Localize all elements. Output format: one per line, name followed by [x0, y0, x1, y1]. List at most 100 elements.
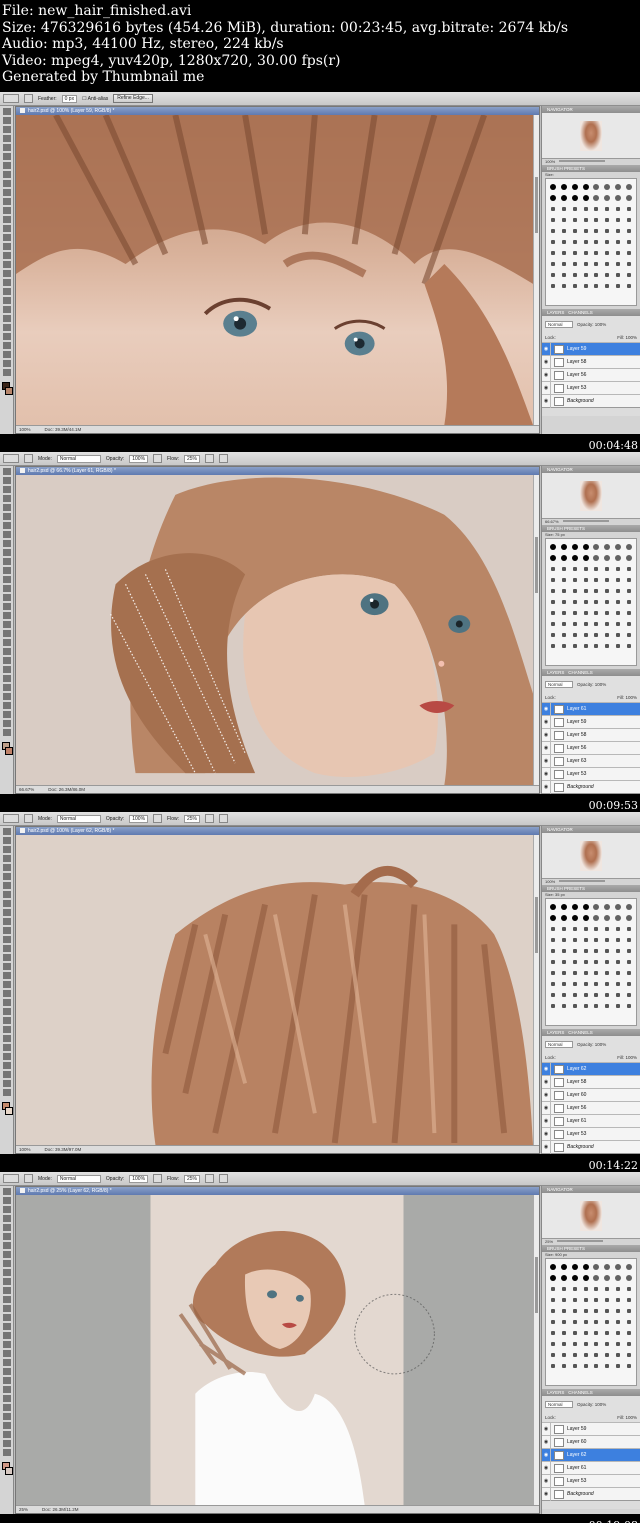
layer-fill[interactable]: Fill: 100%: [617, 1055, 637, 1060]
brush-preset[interactable]: [551, 927, 556, 931]
tool-icon[interactable]: [2, 324, 11, 331]
brush-preset[interactable]: [572, 938, 577, 942]
brush-preset[interactable]: [571, 184, 578, 190]
tool-preset-picker[interactable]: [3, 454, 19, 463]
brush-preset[interactable]: [604, 544, 611, 550]
tool-icon[interactable]: [2, 198, 11, 205]
tool-icon[interactable]: [2, 504, 11, 511]
brush-preset[interactable]: [572, 284, 577, 288]
brush-preset[interactable]: [625, 915, 632, 921]
tool-icon[interactable]: [2, 981, 11, 988]
brush-preset[interactable]: [562, 589, 567, 593]
brush-preset[interactable]: [583, 1004, 588, 1008]
brush-preset[interactable]: [625, 1275, 632, 1281]
tool-icon[interactable]: [2, 1422, 11, 1429]
brush-preset[interactable]: [594, 971, 599, 975]
brush-preset[interactable]: [551, 1004, 556, 1008]
brush-preset[interactable]: [594, 611, 599, 615]
brush-preset[interactable]: [551, 240, 556, 244]
tool-icon[interactable]: [2, 891, 11, 898]
brush-preset[interactable]: [615, 567, 620, 571]
brush-preset[interactable]: [605, 1331, 610, 1335]
brush-preset[interactable]: [551, 1342, 556, 1346]
brush-preset[interactable]: [615, 622, 620, 626]
layer-row[interactable]: ◉ Layer 63: [542, 754, 640, 768]
tool-icon[interactable]: [2, 720, 11, 727]
brush-preset[interactable]: [551, 567, 556, 571]
tool-icon[interactable]: [2, 1296, 11, 1303]
blend-mode-select[interactable]: Normal: [545, 680, 573, 688]
brush-preset[interactable]: [551, 1320, 556, 1324]
brush-presets-grid[interactable]: [545, 1258, 637, 1386]
brush-preset[interactable]: [594, 240, 599, 244]
brush-preset[interactable]: [615, 1342, 620, 1346]
brush-preset[interactable]: [583, 1320, 588, 1324]
tool-icon[interactable]: [2, 882, 11, 889]
tool-icon[interactable]: [2, 333, 11, 340]
brush-preset[interactable]: [572, 982, 577, 986]
tool-icon[interactable]: [2, 927, 11, 934]
eye-icon[interactable]: ◉: [542, 1474, 551, 1488]
brush-preset[interactable]: [604, 555, 611, 561]
scroll-thumb[interactable]: [535, 537, 538, 593]
brush-preset[interactable]: [561, 555, 568, 561]
tool-icon[interactable]: [2, 162, 11, 169]
brush-preset[interactable]: [604, 1264, 611, 1270]
tool-preset-picker[interactable]: [3, 1174, 19, 1183]
brush-preset[interactable]: [582, 544, 589, 550]
brush-picker-icon[interactable]: [24, 814, 33, 823]
brush-preset[interactable]: [605, 600, 610, 604]
brush-preset[interactable]: [594, 949, 599, 953]
layer-opacity[interactable]: Opacity: 100%: [577, 1042, 606, 1047]
close-icon[interactable]: [20, 108, 25, 113]
brush-preset[interactable]: [615, 949, 620, 953]
eye-icon[interactable]: ◉: [542, 1461, 551, 1475]
brush-preset[interactable]: [561, 184, 568, 190]
brush-preset[interactable]: [605, 218, 610, 222]
brush-preset[interactable]: [582, 555, 589, 561]
tool-icon[interactable]: [2, 657, 11, 664]
brush-preset[interactable]: [615, 251, 620, 255]
brush-preset[interactable]: [594, 600, 599, 604]
pressure-size-icon[interactable]: [219, 454, 229, 463]
brush-preset[interactable]: [593, 915, 600, 921]
brush-preset[interactable]: [614, 195, 621, 201]
brush-preset[interactable]: [583, 240, 588, 244]
brush-preset[interactable]: [594, 993, 599, 997]
brush-preset[interactable]: [605, 927, 610, 931]
tool-icon[interactable]: [2, 342, 11, 349]
tool-icon[interactable]: [2, 873, 11, 880]
brush-preset[interactable]: [615, 1364, 620, 1368]
brush-preset[interactable]: [625, 544, 632, 550]
tool-icon[interactable]: [2, 828, 11, 835]
brush-preset[interactable]: [626, 633, 631, 637]
brush-preset[interactable]: [615, 273, 620, 277]
brush-preset[interactable]: [551, 971, 556, 975]
tool-icon[interactable]: [2, 135, 11, 142]
tool-icon[interactable]: [2, 567, 11, 574]
brush-preset[interactable]: [593, 184, 600, 190]
eye-icon[interactable]: ◉: [542, 728, 551, 742]
flow-field[interactable]: 25%: [184, 454, 201, 463]
tool-icon[interactable]: [2, 522, 11, 529]
brush-preset[interactable]: [594, 982, 599, 986]
layer-fill[interactable]: Fill: 100%: [617, 335, 637, 340]
brush-preset[interactable]: [562, 284, 567, 288]
zoom-slider[interactable]: [559, 880, 606, 882]
brush-preset[interactable]: [626, 1004, 631, 1008]
navigator-tab[interactable]: NAVIGATOR: [542, 1186, 640, 1193]
flow-field[interactable]: 25%: [184, 814, 201, 823]
mode-select[interactable]: Normal: [56, 454, 101, 463]
brush-presets-tab[interactable]: BRUSH PRESETS: [542, 1245, 640, 1252]
brush-preset[interactable]: [572, 971, 577, 975]
brush-preset[interactable]: [562, 949, 567, 953]
layer-row[interactable]: ◉ Background: [542, 1487, 640, 1501]
brush-preset[interactable]: [562, 1309, 567, 1313]
tool-icon[interactable]: [2, 1440, 11, 1447]
navigator-thumbnail[interactable]: [580, 480, 602, 511]
brush-preset[interactable]: [615, 578, 620, 582]
canvas[interactable]: [16, 835, 533, 1145]
tool-icon[interactable]: [2, 630, 11, 637]
opacity-field[interactable]: 100%: [129, 454, 149, 463]
brush-preset[interactable]: [605, 567, 610, 571]
